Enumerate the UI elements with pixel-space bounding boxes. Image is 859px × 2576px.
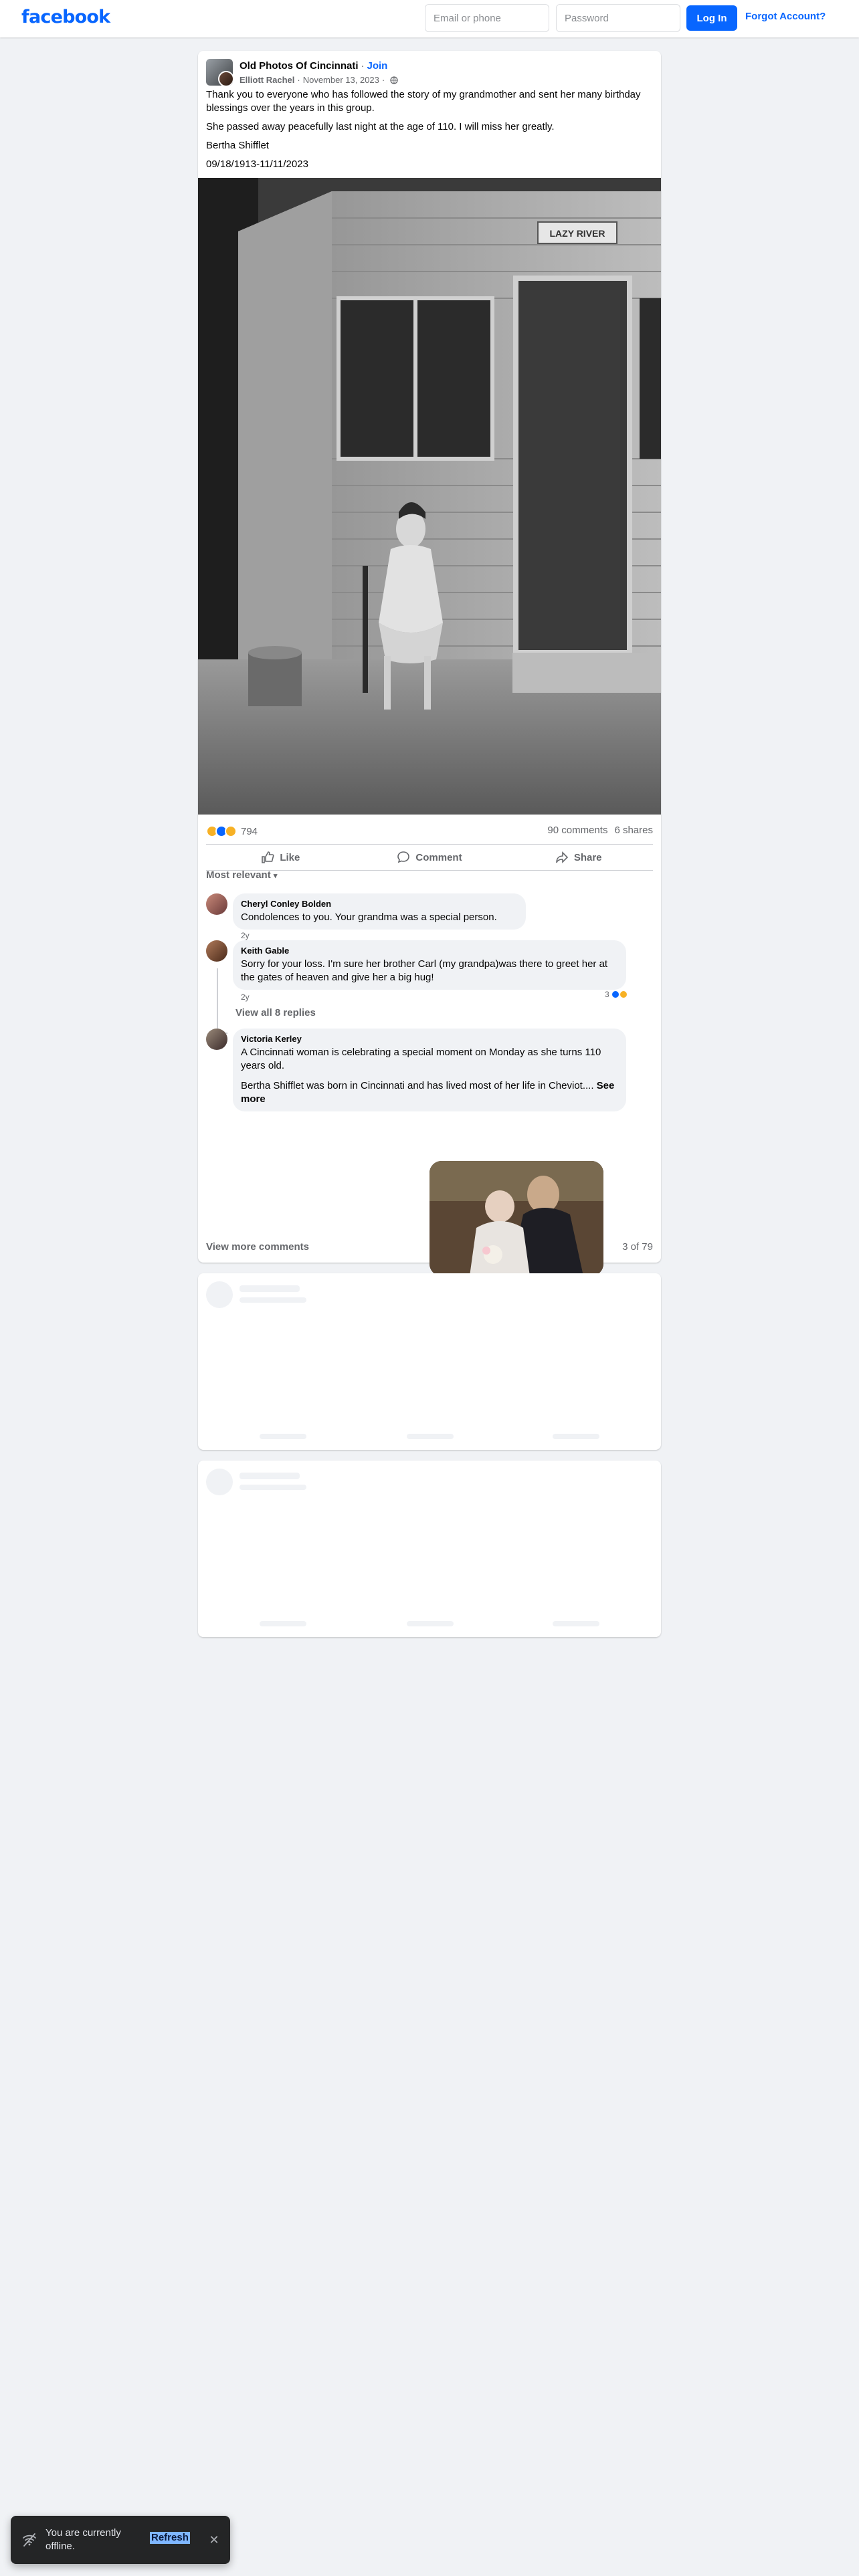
comment-bubble: Victoria Kerley A Cincinnati woman is ce… (233, 1029, 626, 1111)
post-meta: Elliott Rachel · November 13, 2023 · (240, 75, 398, 85)
couple-photo-illustration (430, 1161, 603, 1276)
close-icon[interactable]: ✕ (206, 2532, 222, 2548)
offline-message: You are currently offline. (45, 2527, 121, 2552)
comment-time[interactable]: 2y (241, 992, 250, 1002)
refresh-button[interactable]: Refresh (150, 2532, 190, 2544)
comment-photo[interactable] (430, 1161, 603, 1276)
comment-item: Victoria Kerley A Cincinnati woman is ce… (206, 1029, 653, 1129)
login-button[interactable]: Log In (686, 5, 737, 31)
skeleton-line (407, 1434, 454, 1439)
like-button[interactable]: Like (206, 845, 355, 870)
forgot-account-link[interactable]: Forgot Account? (745, 11, 826, 22)
post-paragraph: Thank you to everyone who has followed t… (206, 89, 641, 114)
skeleton-avatar (206, 1469, 233, 1495)
commenter-name[interactable]: Victoria Kerley (241, 1034, 618, 1045)
comments-count-link[interactable]: 90 comments (547, 825, 607, 836)
view-replies-link[interactable]: View all 8 replies (235, 1007, 316, 1018)
comment-count-indicator: 3 of 79 (622, 1241, 653, 1253)
post-paragraph: 09/18/1913-11/11/2023 (206, 158, 308, 170)
post-header: Old Photos Of Cincinnati · Join Elliott Ra… (206, 59, 653, 88)
skeleton-line (260, 1434, 306, 1439)
post-paragraph: She passed away peacefully last night at… (206, 121, 555, 132)
comment-text: Condolences to you. Your grandma was a s… (241, 911, 497, 923)
care-reaction-icon (618, 990, 628, 999)
comment-text: A Cincinnati woman is celebrating a spec… (241, 1047, 601, 1071)
post-card: Old Photos Of Cincinnati · Join Elliott Ra… (198, 51, 661, 1292)
comment-bubble: Cheryl Conley Bolden Condolences to you.… (233, 893, 526, 930)
share-button[interactable]: Share (504, 845, 653, 870)
skeleton-line (553, 1621, 599, 1626)
thumbs-up-icon (262, 851, 274, 863)
commenter-avatar[interactable] (206, 940, 227, 962)
post-paragraph: Bertha Shifflet (206, 140, 269, 151)
comment-button[interactable]: Comment (355, 845, 504, 870)
sad-reaction-icon (225, 825, 237, 837)
comment-item: Cheryl Conley Bolden Condolences to you.… (206, 893, 653, 940)
author-avatar[interactable] (218, 71, 233, 86)
email-input[interactable] (425, 4, 549, 32)
commenter-avatar[interactable] (206, 1029, 227, 1050)
top-navbar: facebook Log In Forgot Account? (0, 0, 859, 37)
skeleton-line (240, 1473, 300, 1479)
post-action-bar: Like Comment Share (206, 844, 653, 871)
view-more-comments-link[interactable]: View more comments (206, 1241, 309, 1253)
skeleton-line (407, 1621, 454, 1626)
comment-sort-dropdown[interactable]: Most relevant ▾ (206, 869, 277, 881)
shares-count-link[interactable]: 6 shares (614, 825, 653, 836)
password-input[interactable] (556, 4, 680, 32)
comment-text: Sorry for your loss. I'm sure her brothe… (241, 958, 608, 983)
author-name-link[interactable]: Elliott Rachel (240, 75, 294, 85)
group-name-link[interactable]: Old Photos Of Cincinnati (240, 60, 359, 72)
skeleton-line (260, 1621, 306, 1626)
skeleton-avatar (206, 1281, 233, 1308)
skeleton-line (240, 1485, 306, 1490)
loading-post-card (198, 1273, 661, 1450)
caret-down-icon: ▾ (273, 872, 278, 880)
comment-item: Keith Gable Sorry for your loss. I'm sur… (206, 940, 653, 1014)
globe-icon (390, 76, 398, 84)
commenter-name[interactable]: Keith Gable (241, 946, 618, 956)
commenter-name[interactable]: Cheryl Conley Bolden (241, 899, 518, 909)
skeleton-line (553, 1434, 599, 1439)
share-icon (556, 851, 568, 863)
wifi-off-icon (23, 2533, 36, 2547)
skeleton-line (240, 1285, 300, 1292)
post-body: Thank you to everyone who has followed t… (206, 88, 648, 177)
comment-icon (397, 851, 410, 863)
photo-sign-text: LAZY RIVER (550, 228, 605, 239)
loading-post-card (198, 1461, 661, 1637)
comment-text: Bertha Shifflet was born in Cincinnati a… (241, 1080, 594, 1091)
reaction-summary[interactable]: 794 (206, 821, 258, 841)
cabin-photo-illustration: LAZY RIVER (198, 178, 661, 815)
reaction-count: 794 (241, 825, 258, 837)
reply-thread-line (217, 968, 227, 1034)
offline-toast: You are currently offline. Refresh ✕ (11, 2516, 230, 2564)
post-date-link[interactable]: November 13, 2023 (303, 75, 379, 85)
comment-bubble: Keith Gable Sorry for your loss. I'm sur… (233, 940, 626, 990)
skeleton-line (240, 1297, 306, 1303)
comment-reactions[interactable]: 3 (605, 990, 628, 999)
group-avatar[interactable] (206, 59, 233, 86)
post-photo[interactable]: LAZY RIVER (198, 178, 661, 815)
commenter-avatar[interactable] (206, 893, 227, 915)
join-group-link[interactable]: Join (367, 60, 388, 72)
comment-time[interactable]: 2y (241, 931, 250, 940)
facebook-logo[interactable]: facebook (21, 7, 110, 27)
